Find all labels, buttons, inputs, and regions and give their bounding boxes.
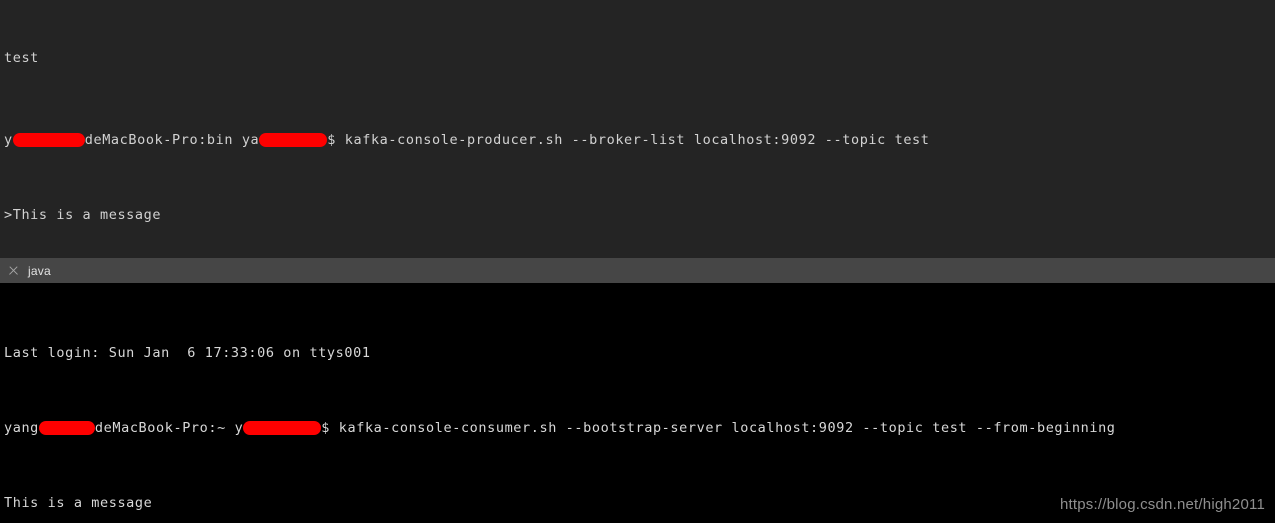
redacted-username-bar	[12, 132, 85, 147]
consumer-prompt-host: deMacBook-Pro:~ y	[94, 419, 244, 436]
terminal-tab-bar: java	[0, 258, 1275, 283]
producer-command-text: kafka-console-producer.sh --broker-list …	[336, 131, 930, 148]
consumer-last-login-text: Last login: Sun Jan 6 17:33:06 on ttys00…	[4, 345, 371, 362]
consumer-last-login-line: Last login: Sun Jan 6 17:33:06 on ttys00…	[4, 344, 1275, 363]
consumer-line-text: This is a message	[4, 494, 153, 511]
producer-clipped-top-line: test	[4, 49, 1275, 68]
redacted-username-bar	[259, 132, 328, 147]
redacted-username-bar	[38, 420, 95, 435]
tab-java[interactable]: java	[6, 258, 61, 283]
consumer-terminal-pane[interactable]: Last login: Sun Jan 6 17:33:06 on ttys00…	[0, 283, 1275, 523]
producer-prompt-sigil: $	[327, 131, 337, 148]
consumer-command-text: kafka-console-consumer.sh --bootstrap-se…	[330, 419, 1116, 436]
producer-command-line: y deMacBook-Pro:bin ya $ kafka-console-pro…	[4, 131, 1275, 150]
redacted-username-bar	[243, 420, 322, 435]
consumer-command-line: yang deMacBook-Pro:~ y $ kafka-console-con…	[4, 419, 1275, 438]
producer-prompt-host: deMacBook-Pro:bin ya	[84, 131, 260, 148]
producer-terminal-pane[interactable]: test y deMacBook-Pro:bin ya $ kafka-consol…	[0, 0, 1275, 258]
producer-output-line: >This is a message	[4, 206, 1275, 225]
consumer-prompt-sigil: $	[321, 419, 331, 436]
watermark: https://blog.csdn.net/high2011	[1059, 496, 1265, 513]
producer-prompt-prefix: y	[4, 131, 13, 148]
close-icon[interactable]	[8, 265, 19, 276]
consumer-prompt-prefix: yang	[4, 419, 39, 436]
producer-clipped-top-text: test	[4, 50, 39, 67]
tab-label: java	[28, 263, 51, 278]
producer-line-text: >This is a message	[4, 206, 162, 223]
